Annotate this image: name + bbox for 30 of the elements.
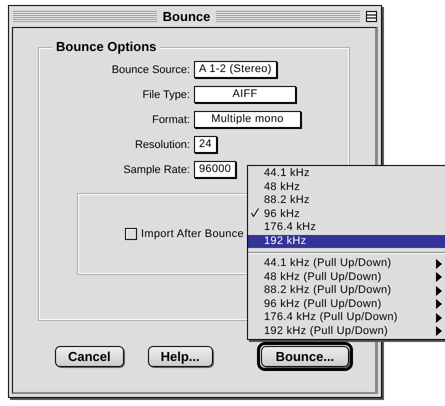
checkbox[interactable] [125,228,137,240]
menu-item[interactable]: 192 kHz (Pull Up/Down) [248,324,445,338]
group-title: Bounce Options [52,39,160,54]
checkbox-label: Import After Bounce [141,228,244,240]
default-button[interactable]: Bounce... [260,346,350,367]
field-label: Resolution: [134,138,191,150]
menu-item[interactable]: 96 kHz [248,208,445,221]
menu-item[interactable]: 96 kHz (Pull Up/Down) [248,298,445,311]
menu-item[interactable]: 88.2 kHz [248,194,445,208]
popup-field[interactable]: 24 [194,136,217,153]
menu-item[interactable]: 176.4 kHz [248,221,445,234]
menu-item[interactable]: 192 kHz [248,234,445,248]
dialog-button[interactable]: Help... [148,346,213,367]
field-label: Format: [151,114,191,126]
window-title: Bounce [162,9,210,24]
menu-item[interactable]: 176.4 kHz (Pull Up/Down) [248,311,445,324]
menu-item[interactable]: 48 kHz (Pull Up/Down) [248,270,445,284]
popup-field[interactable]: A 1-2 (Stereo) [194,61,277,78]
zoom-box-icon[interactable] [366,11,378,22]
menu-item[interactable]: 88.2 kHz (Pull Up/Down) [248,284,445,298]
popup-field[interactable]: 96000 [194,161,236,178]
dialog-button[interactable]: Cancel [55,346,124,367]
field-label: Sample Rate: [122,164,191,176]
field-label: File Type: [142,88,191,100]
popup-field[interactable]: Multiple mono [194,111,301,128]
popup-field[interactable]: AIFF [194,86,296,103]
menu-item[interactable]: 44.1 kHz [248,167,445,180]
field-label: Bounce Source: [110,64,191,76]
menu-item[interactable]: 44.1 kHz (Pull Up/Down) [248,257,445,270]
menu-item[interactable]: 48 kHz [248,180,445,194]
